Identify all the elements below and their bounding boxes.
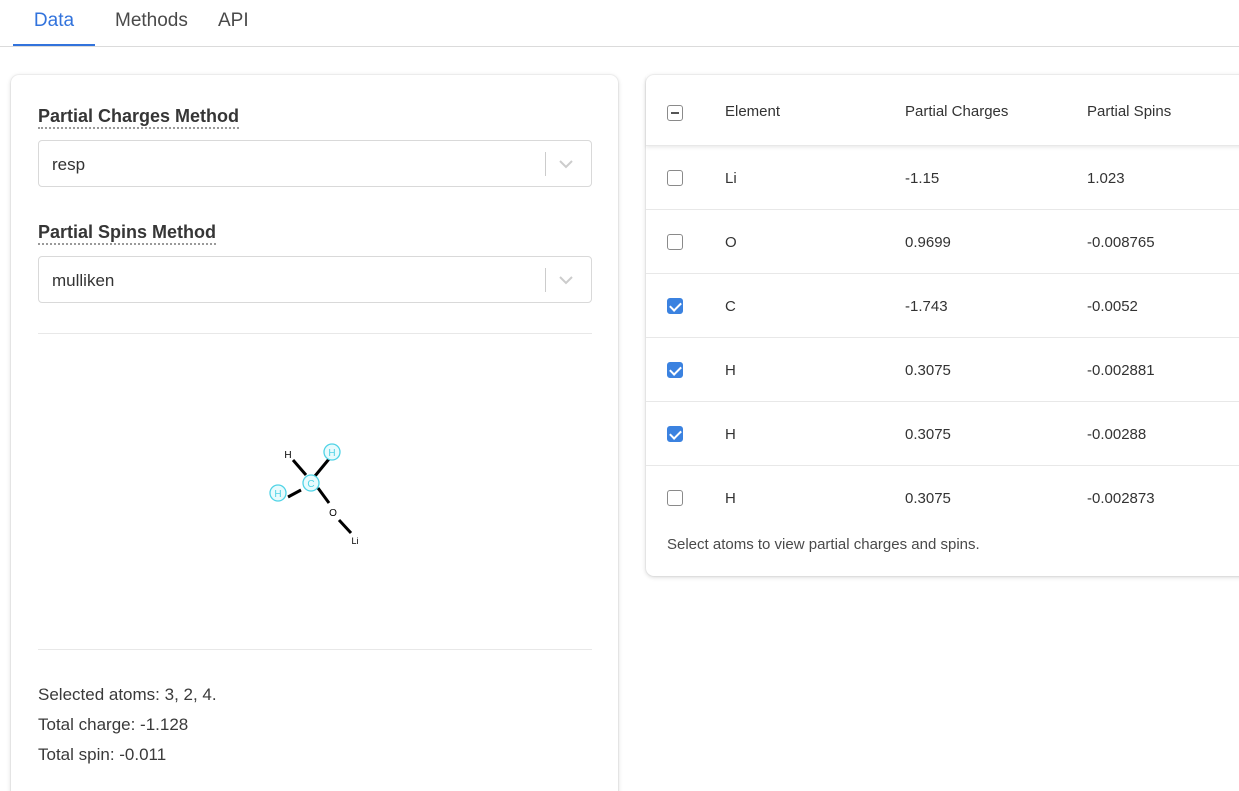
atoms-table-panel: Element Partial Charges Partial Spins Li… — [646, 75, 1239, 576]
column-header-partial-spins: Partial Spins — [1087, 103, 1172, 120]
cell-partial-charge: 0.9699 — [905, 234, 951, 251]
bond — [291, 459, 308, 476]
atom-label: C — [307, 479, 314, 490]
cell-partial-spin: -0.00288 — [1087, 426, 1147, 443]
cell-partial-spin: -0.0052 — [1087, 298, 1138, 315]
bond — [337, 518, 353, 535]
bond — [287, 488, 302, 499]
column-header-partial-charges: Partial Charges — [905, 103, 1009, 120]
partial-spins-method-select[interactable]: mulliken — [38, 256, 592, 303]
bond — [316, 487, 331, 504]
tab-data[interactable]: Data — [13, 10, 95, 46]
molecule-viewer[interactable]: H H C H O Li — [38, 335, 592, 650]
row-checkbox[interactable] — [667, 298, 683, 314]
table-row[interactable]: H 0.3075 -0.002881 — [646, 338, 1239, 402]
atom-label: Li — [351, 536, 358, 546]
atom-label: O — [329, 508, 337, 519]
table-hint-text: Select atoms to view partial charges and… — [667, 536, 980, 553]
selected-atoms-text: Selected atoms: 3, 2, 4. — [38, 685, 217, 704]
cell-partial-charge: -1.15 — [905, 170, 940, 187]
select-all-checkbox[interactable] — [667, 105, 683, 121]
cell-partial-spin: -0.008765 — [1087, 234, 1155, 251]
cell-partial-charge: -1.743 — [905, 298, 948, 315]
table-row[interactable]: H 0.3075 -0.002873 — [646, 466, 1239, 530]
row-checkbox[interactable] — [667, 362, 683, 378]
cell-element: H — [725, 490, 736, 507]
tab-api[interactable]: API — [218, 10, 249, 46]
partial-spins-method-label: Partial Spins Method — [38, 222, 217, 245]
controls-panel: Partial Charges Method resp Partial Spin… — [11, 75, 618, 791]
partial-charges-method-value: resp — [52, 155, 86, 174]
table-header: Element Partial Charges Partial Spins — [646, 75, 1239, 146]
row-checkbox[interactable] — [667, 490, 683, 506]
atom-label: H — [274, 489, 281, 500]
cell-partial-spin: -0.002873 — [1087, 490, 1155, 507]
cell-element: C — [725, 298, 736, 315]
table-row[interactable]: C -1.743 -0.0052 — [646, 274, 1239, 338]
total-spin-text: Total spin: -0.011 — [38, 745, 167, 764]
chevron-down-icon[interactable] — [555, 155, 577, 173]
tab-bar: Data Methods API — [0, 0, 1239, 47]
table-row[interactable]: O 0.9699 -0.008765 — [646, 210, 1239, 274]
select-separator — [545, 268, 546, 292]
row-checkbox[interactable] — [667, 234, 683, 250]
partial-spins-method-value: mulliken — [52, 271, 115, 290]
total-charge-text: Total charge: -1.128 — [38, 715, 189, 734]
atom-label: H — [284, 450, 291, 461]
cell-element: H — [725, 362, 736, 379]
row-checkbox[interactable] — [667, 170, 683, 186]
cell-partial-spin: -0.002881 — [1087, 362, 1155, 379]
row-checkbox[interactable] — [667, 426, 683, 442]
select-separator — [545, 152, 546, 176]
partial-charges-method-label: Partial Charges Method — [38, 106, 240, 129]
cell-partial-charge: 0.3075 — [905, 426, 951, 443]
cell-element: O — [725, 234, 737, 251]
table-row[interactable]: Li -1.15 1.023 — [646, 146, 1239, 210]
cell-partial-charge: 0.3075 — [905, 490, 951, 507]
column-header-element: Element — [725, 103, 781, 120]
bond — [313, 458, 331, 477]
partial-charges-method-select[interactable]: resp — [38, 140, 592, 187]
chevron-down-icon[interactable] — [555, 271, 577, 289]
cell-element: Li — [725, 170, 737, 187]
cell-partial-spin: 1.023 — [1087, 170, 1125, 187]
divider — [38, 333, 592, 334]
atom-label: H — [328, 448, 335, 459]
table-row[interactable]: H 0.3075 -0.00288 — [646, 402, 1239, 466]
cell-partial-charge: 0.3075 — [905, 362, 951, 379]
tab-methods[interactable]: Methods — [115, 10, 188, 46]
cell-element: H — [725, 426, 736, 443]
divider — [38, 649, 592, 650]
